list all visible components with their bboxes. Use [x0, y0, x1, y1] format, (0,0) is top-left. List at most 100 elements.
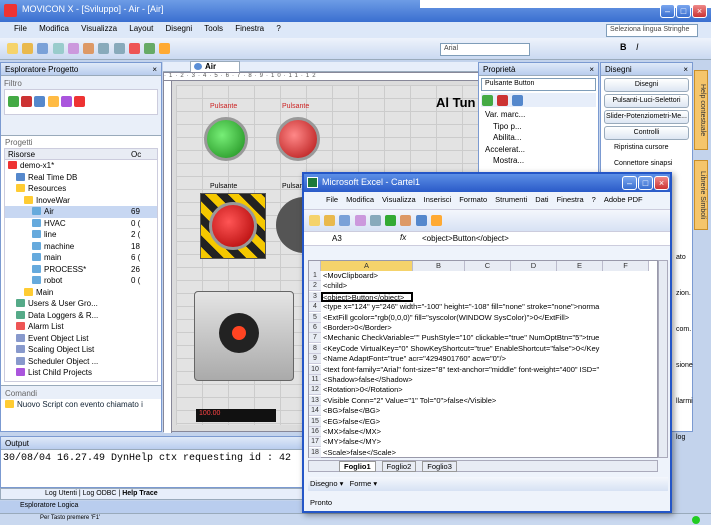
row-number[interactable]: 18 — [309, 447, 321, 458]
open-icon[interactable] — [22, 43, 34, 54]
tree-item[interactable]: Air 69 — [5, 206, 157, 218]
drawing-category-button[interactable]: Ripristina cursore — [604, 142, 689, 156]
excel-menu-item[interactable]: Formato — [459, 195, 487, 204]
alarm-icon[interactable] — [74, 96, 86, 107]
excel-menu-item[interactable]: Dati — [535, 195, 548, 204]
function-icon[interactable]: fx — [400, 233, 406, 242]
tree-item[interactable]: Resources — [5, 183, 157, 195]
spreadsheet-cell[interactable]: <EG>false</EG> — [323, 417, 657, 427]
shapes-menu[interactable]: Forme — [350, 479, 372, 488]
cancel-icon[interactable] — [497, 95, 509, 106]
print-icon[interactable] — [354, 215, 366, 226]
drawing-category-button[interactable]: Pulsanti-Luci-Selettori — [604, 94, 689, 108]
save-icon[interactable] — [339, 215, 351, 226]
drawing-category-button[interactable]: Connettore sinapsi — [604, 158, 689, 172]
spreadsheet-cell[interactable]: <Scale>false</Scale> — [323, 448, 657, 458]
tree-item[interactable]: Scaling Object List — [5, 344, 157, 356]
column-header[interactable]: A — [321, 261, 413, 271]
bold-icon[interactable]: B — [620, 42, 627, 52]
row-number[interactable]: 15 — [309, 416, 321, 427]
sheet-tab[interactable]: Foglio3 — [422, 461, 457, 472]
spreadsheet-cell[interactable]: <BG>false</BG> — [323, 406, 657, 416]
row-number[interactable]: 3 — [309, 291, 321, 302]
row-number[interactable]: 7 — [309, 333, 321, 344]
logic-explorer-bar[interactable]: Esploratore Logica — [0, 501, 305, 513]
tree-item[interactable]: PROCESS* 26 — [5, 264, 157, 276]
property-row[interactable]: Accelerat... — [485, 144, 598, 156]
language-selector[interactable]: Seleziona lingua Stringhe — [606, 24, 698, 37]
tree-item[interactable]: machine 18 — [5, 241, 157, 253]
excel-menu-item[interactable]: Strumenti — [495, 195, 527, 204]
excel-menu-item[interactable]: Adobe PDF — [604, 195, 643, 204]
excel-menu-item[interactable]: ? — [592, 195, 596, 204]
drawing-category-button[interactable]: Disegni — [604, 78, 689, 92]
spreadsheet-cell[interactable]: <Border>0</Border> — [323, 323, 657, 333]
spreadsheet-cell[interactable]: <MX>false</MX> — [323, 427, 657, 437]
zoom-icon[interactable] — [159, 43, 171, 54]
tree-item[interactable]: Scheduler Object ... — [5, 356, 157, 368]
column-header[interactable]: F — [603, 261, 649, 271]
row-number[interactable]: 10 — [309, 364, 321, 375]
excel-menu-item[interactable]: Inserisci — [424, 195, 452, 204]
spreadsheet-cell[interactable]: <Visible Conn="2" Value="1" Tol="0">fals… — [323, 396, 657, 406]
column-header[interactable]: B — [413, 261, 465, 271]
property-row[interactable]: Tipo p... — [485, 121, 598, 133]
spreadsheet-cell[interactable]: <MovClipboard> — [323, 271, 657, 281]
maximize-button[interactable]: □ — [676, 4, 691, 18]
tree-item[interactable]: Main — [5, 287, 157, 299]
excel-minimize-button[interactable]: – — [622, 176, 637, 190]
row-number[interactable]: 8 — [309, 343, 321, 354]
spreadsheet-grid[interactable]: ABCDEF 1 <MovClipboard> 2 <child> 3 <object>B… — [308, 260, 658, 458]
tab-help-contextual[interactable]: Help contestuale — [694, 70, 708, 150]
menu-layout[interactable]: Layout — [129, 24, 153, 33]
emergency-stop-button[interactable] — [209, 202, 257, 250]
row-number[interactable]: 17 — [309, 437, 321, 448]
tree-item[interactable]: Event Object List — [5, 333, 157, 345]
excel-close-button[interactable]: × — [654, 176, 669, 190]
tree-item[interactable]: line 2 ( — [5, 229, 157, 241]
menu-drawings[interactable]: Disegni — [166, 24, 193, 33]
undo-icon[interactable] — [369, 215, 381, 226]
vertical-scrollbar[interactable] — [658, 260, 668, 458]
sort-icon[interactable] — [512, 95, 524, 106]
script-icon[interactable] — [60, 96, 72, 107]
sheet-tab[interactable]: Foglio2 — [381, 461, 417, 472]
tree-item[interactable]: demo-x1* — [5, 160, 157, 172]
undo-icon[interactable] — [98, 43, 110, 54]
menu-file[interactable]: File — [14, 24, 27, 33]
spreadsheet-cell[interactable]: <MY>false</MY> — [323, 437, 657, 447]
spreadsheet-cell[interactable]: <child> — [323, 281, 657, 291]
check-icon[interactable] — [8, 96, 19, 107]
row-number[interactable]: 9 — [309, 354, 321, 365]
column-header[interactable]: E — [557, 261, 603, 271]
tree-item[interactable]: Users & User Gro... — [5, 298, 157, 310]
menu-help[interactable]: ? — [276, 24, 280, 33]
red-push-button[interactable] — [276, 117, 320, 161]
save-icon[interactable] — [37, 43, 49, 54]
layers-icon[interactable] — [47, 96, 59, 107]
run-icon[interactable] — [128, 43, 140, 54]
tree-item[interactable]: robot 0 ( — [5, 275, 157, 287]
command-item[interactable]: Nuovo Script con evento chiamato i — [1, 399, 161, 411]
menu-view[interactable]: Visualizza — [81, 24, 117, 33]
excel-menu-item[interactable]: Modifica — [346, 195, 374, 204]
tree-item[interactable]: InoveWar — [5, 195, 157, 207]
open-icon[interactable] — [324, 215, 336, 226]
tree-item[interactable]: main 6 ( — [5, 252, 157, 264]
chart-icon[interactable] — [385, 215, 397, 226]
corner-cell[interactable] — [309, 261, 321, 271]
copy-icon[interactable] — [67, 43, 79, 54]
property-row[interactable]: Mostra... — [485, 155, 598, 167]
excel-maximize-button[interactable]: □ — [638, 176, 653, 190]
column-header[interactable]: C — [465, 261, 511, 271]
menu-edit[interactable]: Modifica — [39, 24, 69, 33]
tab-help-trace[interactable]: Help Trace — [122, 490, 157, 497]
close-icon[interactable]: × — [152, 65, 157, 74]
close-icon[interactable]: × — [683, 65, 688, 74]
spreadsheet-cell[interactable]: <Shadow>false</Shadow> — [323, 375, 657, 385]
cut-icon[interactable] — [52, 43, 64, 54]
property-row[interactable]: Abilita... — [485, 132, 598, 144]
tree-item[interactable]: HVAC 0 ( — [5, 218, 157, 230]
tab-log-odbc[interactable]: Log ODBC — [83, 490, 117, 497]
spreadsheet-cell[interactable]: <type x="124" y="246" width="-100" heigh… — [323, 302, 657, 312]
